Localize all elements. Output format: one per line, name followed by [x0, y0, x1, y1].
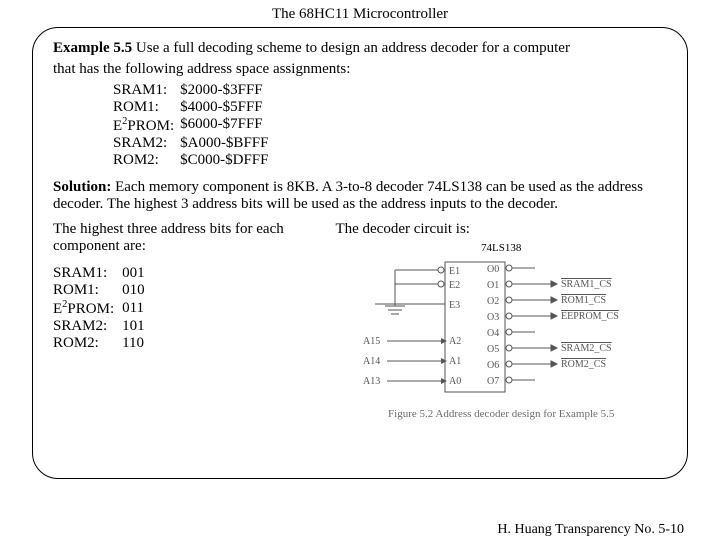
svg-text:O2: O2: [487, 296, 499, 307]
svg-text:O1: O1: [487, 280, 499, 291]
svg-text:SRAM1_CS: SRAM1_CS: [561, 279, 612, 290]
svg-text:ROM2_CS: ROM2_CS: [561, 359, 606, 370]
chip-label: 74LS138: [335, 242, 667, 254]
bits-intro: The highest three address bits for each …: [53, 221, 335, 255]
example-text-b: that has the following address space ass…: [53, 61, 667, 78]
bits-name: E2PROM:: [53, 299, 122, 318]
svg-text:O7: O7: [487, 376, 499, 387]
table-row: ROM2:110: [53, 335, 153, 352]
svg-text:SRAM2_CS: SRAM2_CS: [561, 343, 612, 354]
svg-text:O5: O5: [487, 344, 499, 355]
page-header-title: The 68HC11 Microcontroller: [0, 6, 720, 23]
right-column: The decoder circuit is: 74LS138 E1 E2 E3…: [335, 221, 667, 420]
decoder-intro: The decoder circuit is:: [335, 221, 667, 238]
bits-val: 101: [122, 318, 153, 335]
table-row: ROM1:$4000-$5FFF: [113, 99, 274, 116]
bits-val: 010: [122, 282, 153, 299]
example-text-a: Use a full decoding scheme to design an …: [132, 40, 570, 56]
page-footer: H. Huang Transparency No. 5-10: [497, 522, 684, 538]
svg-text:EEPROM_CS: EEPROM_CS: [561, 311, 619, 322]
table-row: SRAM2:101: [53, 318, 153, 335]
svg-text:E2: E2: [449, 280, 460, 291]
bits-val: 011: [122, 299, 153, 318]
address-bits-table: SRAM1:001 ROM1:010 E2PROM:011 SRAM2:101 …: [53, 265, 153, 352]
table-row: E2PROM:011: [53, 299, 153, 318]
mem-range: $6000-$7FFF: [180, 116, 274, 135]
table-row: SRAM1:001: [53, 265, 153, 282]
svg-text:A13: A13: [363, 376, 380, 387]
svg-text:O6: O6: [487, 360, 499, 371]
table-row: ROM2:$C000-$DFFF: [113, 152, 274, 169]
bits-val: 001: [122, 265, 153, 282]
svg-text:O3: O3: [487, 312, 499, 323]
svg-text:O4: O4: [487, 328, 499, 339]
decoder-diagram: E1 E2 E3 A2 A1 A0 O0 O1 O2 O3 O4 O5 O6 O…: [335, 256, 635, 406]
table-row: SRAM2:$A000-$BFFF: [113, 135, 274, 152]
svg-text:A14: A14: [363, 356, 380, 367]
address-assignments-table: SRAM1:$2000-$3FFF ROM1:$4000-$5FFF E2PRO…: [113, 82, 274, 169]
solution-text: Each memory component is 8KB. A 3-to-8 d…: [53, 179, 643, 212]
mem-range: $4000-$5FFF: [180, 99, 274, 116]
example-label: Example 5.5: [53, 40, 132, 56]
svg-text:ROM1_CS: ROM1_CS: [561, 295, 606, 306]
bits-name: SRAM2:: [53, 318, 122, 335]
svg-text:E3: E3: [449, 300, 460, 311]
mem-name: ROM1:: [113, 99, 180, 116]
bits-name: ROM1:: [53, 282, 122, 299]
svg-text:A0: A0: [449, 376, 461, 387]
svg-text:A1: A1: [449, 356, 461, 367]
figure-caption: Figure 5.2 Address decoder design for Ex…: [335, 408, 667, 420]
mem-name: E2PROM:: [113, 116, 180, 135]
content-frame: Example 5.5 Use a full decoding scheme t…: [32, 27, 688, 479]
mem-range: $A000-$BFFF: [180, 135, 274, 152]
mem-name: SRAM1:: [113, 82, 180, 99]
bits-name: SRAM1:: [53, 265, 122, 282]
svg-text:E1: E1: [449, 266, 460, 277]
svg-text:A2: A2: [449, 336, 461, 347]
table-row: E2PROM:$6000-$7FFF: [113, 116, 274, 135]
solution-paragraph: Solution: Each memory component is 8KB. …: [53, 179, 667, 213]
svg-text:O0: O0: [487, 264, 499, 275]
mem-name: SRAM2:: [113, 135, 180, 152]
table-row: SRAM1:$2000-$3FFF: [113, 82, 274, 99]
mem-range: $2000-$3FFF: [180, 82, 274, 99]
mem-name: ROM2:: [113, 152, 180, 169]
svg-text:A15: A15: [363, 336, 380, 347]
mem-range: $C000-$DFFF: [180, 152, 274, 169]
table-row: ROM1:010: [53, 282, 153, 299]
example-prompt: Example 5.5 Use a full decoding scheme t…: [53, 40, 667, 57]
solution-label: Solution:: [53, 179, 111, 195]
bits-val: 110: [122, 335, 153, 352]
left-column: The highest three address bits for each …: [53, 221, 335, 420]
bits-name: ROM2:: [53, 335, 122, 352]
